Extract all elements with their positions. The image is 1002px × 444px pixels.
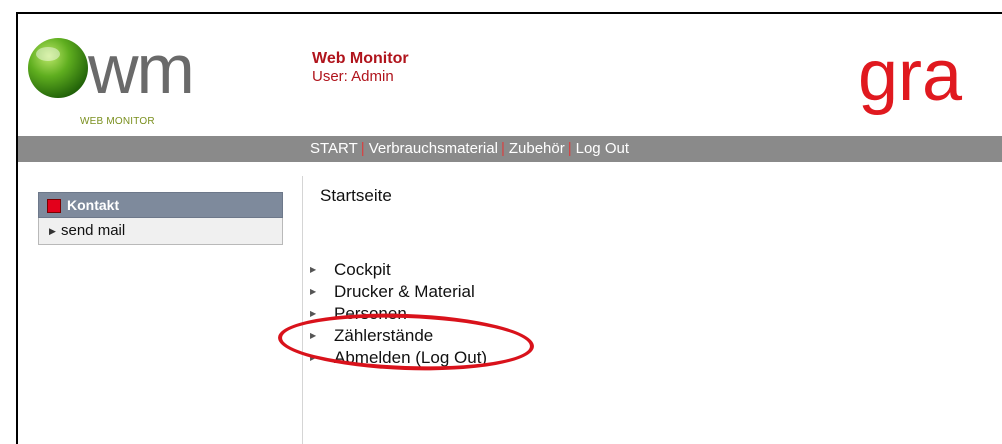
menu-item-label: Drucker & Material	[334, 282, 475, 301]
kontakt-square-icon	[47, 199, 61, 213]
nav-bar: START | Verbrauchsmaterial | Zubehör | Log Out	[18, 136, 1002, 162]
nav-separator: |	[360, 140, 365, 157]
arrow-right-icon: ▶	[310, 353, 317, 362]
arrow-right-icon: ▶	[310, 287, 317, 296]
header-info: Web Monitor User: Admin	[312, 50, 409, 86]
sidebar: Kontakt ▶ send mail	[38, 192, 283, 245]
sidebar-item-label: send mail	[61, 222, 126, 239]
menu-item-label: Personen	[334, 304, 407, 323]
column-divider	[302, 176, 303, 444]
menu-item-label: Zählerstände	[334, 326, 434, 345]
nav-verbrauchsmaterial[interactable]: Verbrauchsmaterial	[369, 140, 498, 157]
logo-subtitle: WEB MONITOR	[80, 116, 155, 127]
arrow-right-icon: ▶	[310, 331, 317, 340]
menu-item-drucker-material[interactable]: ▶ Drucker & Material	[310, 281, 487, 303]
menu-item-abmelden[interactable]: ▶ Abmelden (Log Out)	[310, 347, 487, 369]
arrow-right-icon: ▶	[310, 309, 317, 318]
page-frame: wm WEB MONITOR Web Monitor User: Admin g…	[16, 12, 1002, 444]
brand-logo-text: gra	[858, 36, 963, 116]
menu-item-cockpit[interactable]: ▶ Cockpit	[310, 259, 487, 281]
page-title: Startseite	[320, 186, 392, 205]
wm-logo[interactable]: wm WEB MONITOR	[26, 32, 226, 132]
nav-zubehoer[interactable]: Zubehör	[509, 140, 565, 157]
nav-logout[interactable]: Log Out	[576, 140, 629, 157]
nav-start[interactable]: START	[310, 140, 358, 157]
arrow-right-icon: ▶	[310, 265, 317, 274]
nav-menu: START | Verbrauchsmaterial | Zubehör | Log Out	[310, 136, 629, 162]
user-label: User: Admin	[312, 68, 394, 85]
menu-item-personen[interactable]: ▶ Personen	[310, 303, 487, 325]
nav-separator: |	[500, 140, 505, 157]
main-menu: ▶ Cockpit ▶ Drucker & Material ▶ Personen ▶…	[310, 259, 487, 369]
menu-item-label: Cockpit	[334, 260, 391, 279]
sidebar-heading: Kontakt	[38, 192, 283, 218]
sidebar-heading-label: Kontakt	[67, 197, 120, 213]
sidebar-item-send-mail[interactable]: ▶ send mail	[38, 218, 283, 245]
nav-separator: |	[567, 140, 572, 157]
menu-item-label: Abmelden (Log Out)	[334, 348, 488, 367]
logo-ball-icon	[28, 38, 88, 98]
logo-text: wm	[88, 30, 195, 108]
arrow-right-icon: ▶	[49, 226, 56, 236]
app-name: Web Monitor	[312, 50, 409, 67]
menu-item-zaehlerstaende[interactable]: ▶ Zählerstände	[310, 325, 487, 347]
